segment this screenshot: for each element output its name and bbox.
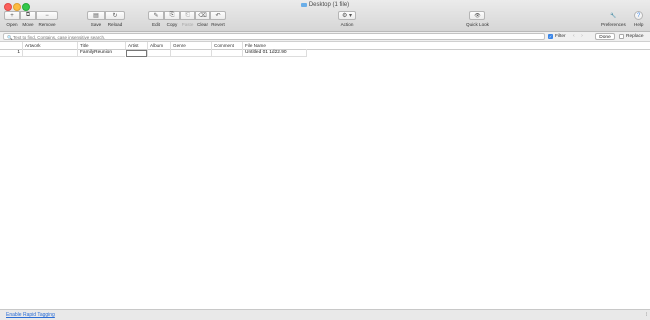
quick-look-label: Quick Look [466, 22, 489, 27]
resize-handle-icon[interactable]: ⁞ [646, 312, 647, 318]
open-button[interactable]: + Open [4, 11, 20, 27]
revert-button[interactable]: ↶ Revert [210, 11, 226, 27]
cell-file-name[interactable]: Untitled 01 1d22.90 [242, 49, 307, 57]
folder-icon [300, 2, 307, 7]
cell-artwork[interactable] [22, 49, 77, 57]
clear-label: Clear [197, 22, 208, 27]
previous-match-button[interactable]: ‹ [573, 33, 575, 39]
column-header-artist[interactable]: Artist [125, 42, 147, 49]
window-title-text: Desktop (1 file) [308, 2, 350, 8]
window-title: Desktop (1 file) [0, 2, 650, 8]
move-label: Move [22, 22, 34, 27]
help-button[interactable]: ? Help [634, 11, 643, 27]
move-button[interactable]: ⧉ Move [20, 11, 36, 27]
reload-label: Reload [107, 22, 123, 27]
copy-button[interactable]: ⎘ Copy [164, 11, 180, 27]
app-window: Desktop (1 file) + Open ⧉ Move − Remove [0, 0, 650, 320]
remove-icon: − [36, 11, 58, 20]
column-header-index[interactable] [0, 42, 22, 49]
enable-rapid-tagging-link[interactable]: Enable Rapid Tagging [6, 312, 55, 318]
filter-label: Filter [555, 33, 566, 39]
gear-icon: ⚙ ▾ [338, 11, 356, 20]
filter-checkbox[interactable]: ✓ [548, 34, 553, 39]
save-button[interactable]: ▤ Save [87, 11, 105, 27]
column-header-artwork[interactable]: Artwork [22, 42, 77, 49]
row-index: 1 [0, 49, 22, 57]
search-nav: ‹ › [573, 33, 591, 40]
paste-button[interactable]: ⎗ Paste [180, 11, 195, 27]
preferences-button[interactable]: 🔧 Preferences [601, 11, 626, 28]
save-icon: ▤ [87, 11, 105, 20]
column-header-title[interactable]: Title [77, 42, 125, 49]
eye-icon: 👁 [469, 11, 486, 20]
quick-look-button[interactable]: 👁 Quick Look [466, 11, 489, 27]
preferences-label: Preferences [601, 22, 626, 27]
column-header-file-name[interactable]: File Name [242, 42, 307, 49]
search-input[interactable] [13, 34, 533, 40]
wrench-icon: 🔧 [610, 12, 617, 19]
edit-label: Edit [152, 22, 160, 27]
help-label: Help [634, 22, 644, 27]
replace-label: Replace [626, 33, 644, 39]
reload-icon: ↻ [105, 11, 125, 20]
cell-genre[interactable] [170, 49, 211, 57]
table-row[interactable]: 1 FamilyReunion Untitled 01 1d22.90 [0, 49, 650, 57]
revert-label: Revert [211, 22, 225, 27]
open-label: Open [6, 22, 18, 27]
clear-icon: ⌫ [195, 11, 210, 20]
next-match-button[interactable]: › [581, 33, 583, 39]
clear-button[interactable]: ⌫ Clear [195, 11, 210, 27]
done-button[interactable]: Done [595, 33, 615, 40]
column-header-album[interactable]: Album [147, 42, 170, 49]
remove-label: Remove [38, 22, 56, 27]
search-field[interactable]: 🔍 [3, 33, 545, 40]
copy-label: Copy [166, 22, 178, 27]
help-icon: ? [634, 11, 644, 20]
action-menu-button[interactable]: ⚙ ▾ Action [338, 11, 356, 27]
edit-button[interactable]: ✎ Edit [148, 11, 164, 27]
plus-icon: + [4, 11, 20, 20]
cell-artist-editor[interactable] [126, 49, 147, 57]
search-icon: 🔍 [7, 34, 13, 40]
search-bar: 🔍 ✓ Filter ‹ › Done Replace [0, 32, 650, 42]
remove-button[interactable]: − Remove [36, 11, 58, 27]
column-header-genre[interactable]: Genre [170, 42, 211, 49]
paste-label: Paste [181, 22, 194, 27]
cell-album[interactable] [147, 49, 170, 57]
toolbar: Desktop (1 file) + Open ⧉ Move − Remove [0, 0, 650, 32]
revert-icon: ↶ [210, 11, 226, 20]
replace-checkbox[interactable] [619, 34, 624, 39]
column-header-comment[interactable]: Comment [211, 42, 242, 49]
status-bar: Enable Rapid Tagging ⁞ [0, 309, 650, 320]
reload-button[interactable]: ↻ Reload [105, 11, 125, 27]
cell-title[interactable]: FamilyReunion [77, 49, 125, 57]
cell-comment[interactable] [211, 49, 242, 57]
pencil-icon: ✎ [148, 11, 164, 20]
save-label: Save [90, 22, 102, 27]
copy-icon: ⎘ [164, 11, 180, 20]
paste-icon: ⎗ [180, 11, 195, 20]
action-label: Action [340, 22, 354, 27]
move-icon: ⧉ [20, 11, 36, 20]
